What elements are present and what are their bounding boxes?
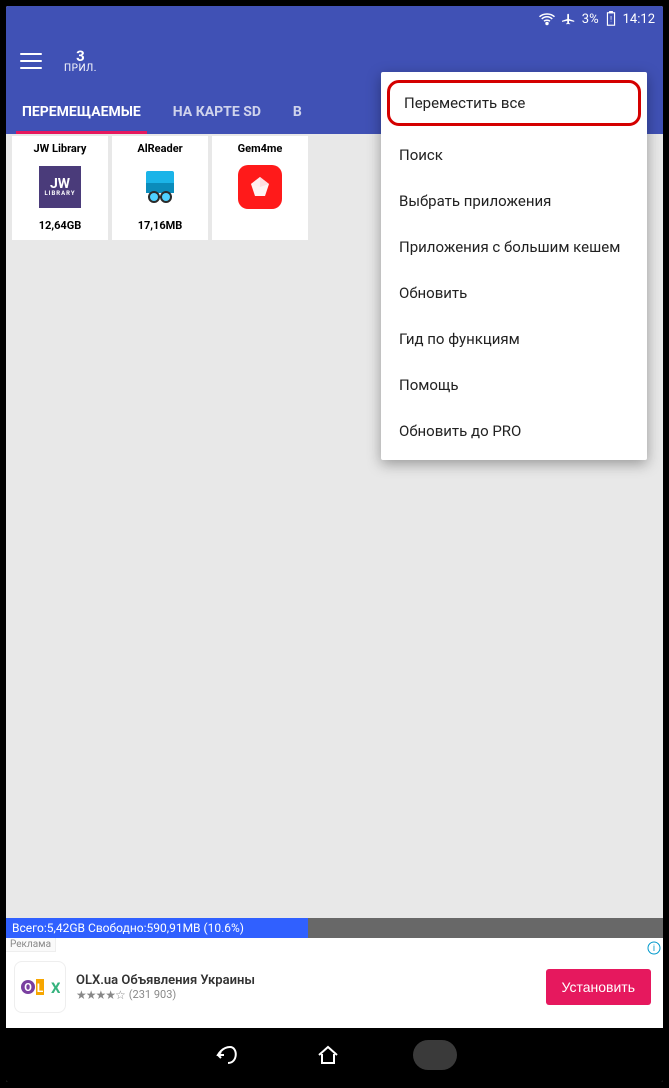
menu-large-cache[interactable]: Приложения с большим кешем bbox=[381, 224, 647, 270]
menu-move-all[interactable]: Переместить все bbox=[387, 80, 641, 126]
ad-app-icon: O L X bbox=[14, 961, 66, 1013]
svg-text:O: O bbox=[24, 981, 32, 994]
app-icon bbox=[116, 161, 204, 213]
storage-text: Всего:5,42GB Свободно:590,91MB (10.6%) bbox=[6, 918, 308, 938]
menu-help[interactable]: Помощь bbox=[381, 362, 647, 408]
ad-banner[interactable]: Реклама i O L X OLX.ua Объявления Украин… bbox=[6, 938, 663, 1028]
battery-percent: 3% bbox=[582, 12, 599, 27]
overflow-menu: Переместить все Поиск Выбрать приложения… bbox=[381, 72, 647, 460]
menu-guide[interactable]: Гид по функциям bbox=[381, 316, 647, 362]
menu-select-apps[interactable]: Выбрать приложения bbox=[381, 178, 647, 224]
app-name: JW Library bbox=[16, 142, 104, 155]
menu-icon[interactable] bbox=[20, 53, 42, 69]
ad-rating-count: (231 903) bbox=[129, 988, 176, 1001]
app-card-jwlibrary[interactable]: JW Library JWLIBRARY 12,64GB bbox=[12, 136, 108, 240]
ad-title: OLX.ua Объявления Украины bbox=[76, 973, 546, 988]
tab-third[interactable]: В bbox=[277, 90, 318, 134]
install-button[interactable]: Установить bbox=[546, 969, 651, 1005]
app-count-label: ПРИЛ. bbox=[64, 64, 97, 74]
svg-text:L: L bbox=[37, 981, 44, 995]
svg-text:X: X bbox=[51, 979, 60, 997]
ad-info-icon[interactable]: i bbox=[647, 940, 661, 954]
app-count: 3 ПРИЛ. bbox=[64, 49, 97, 74]
app-size: 17,16MB bbox=[116, 219, 204, 232]
status-time: 14:12 bbox=[623, 12, 655, 27]
svg-text:!: ! bbox=[610, 15, 612, 24]
home-button[interactable] bbox=[313, 1040, 343, 1070]
back-button[interactable] bbox=[213, 1040, 243, 1070]
menu-refresh[interactable]: Обновить bbox=[381, 270, 647, 316]
recent-apps-button[interactable] bbox=[413, 1040, 457, 1070]
ad-label: Реклама bbox=[6, 938, 56, 952]
svg-text:i: i bbox=[653, 944, 655, 954]
storage-bar: Всего:5,42GB Свободно:590,91MB (10.6%) bbox=[6, 918, 663, 938]
system-navbar bbox=[6, 1028, 663, 1082]
app-card-gem4me[interactable]: Gem4me AD bbox=[212, 136, 308, 240]
stars-icon: ★★★★☆ bbox=[76, 988, 125, 1002]
menu-search[interactable]: Поиск bbox=[381, 132, 647, 178]
app-card-alreader[interactable]: AlReader 17,16MB bbox=[112, 136, 208, 240]
wifi-icon bbox=[538, 12, 556, 26]
tab-on-sd[interactable]: НА КАРТЕ SD bbox=[157, 90, 277, 134]
app-icon bbox=[216, 161, 304, 213]
airplane-icon bbox=[562, 12, 576, 26]
app-size: 12,64GB bbox=[16, 219, 104, 232]
app-name: Gem4me bbox=[216, 142, 304, 155]
app-name: AlReader bbox=[116, 142, 204, 155]
battery-icon: ! bbox=[605, 11, 617, 27]
status-bar: 3% ! 14:12 bbox=[6, 6, 663, 32]
tab-movable[interactable]: ПЕРЕМЕЩАЕМЫЕ bbox=[6, 90, 157, 134]
ad-rating: ★★★★☆ (231 903) bbox=[76, 988, 546, 1002]
app-icon: JWLIBRARY bbox=[16, 161, 104, 213]
menu-upgrade-pro[interactable]: Обновить до PRO bbox=[381, 408, 647, 454]
app-count-number: 3 bbox=[64, 49, 97, 64]
